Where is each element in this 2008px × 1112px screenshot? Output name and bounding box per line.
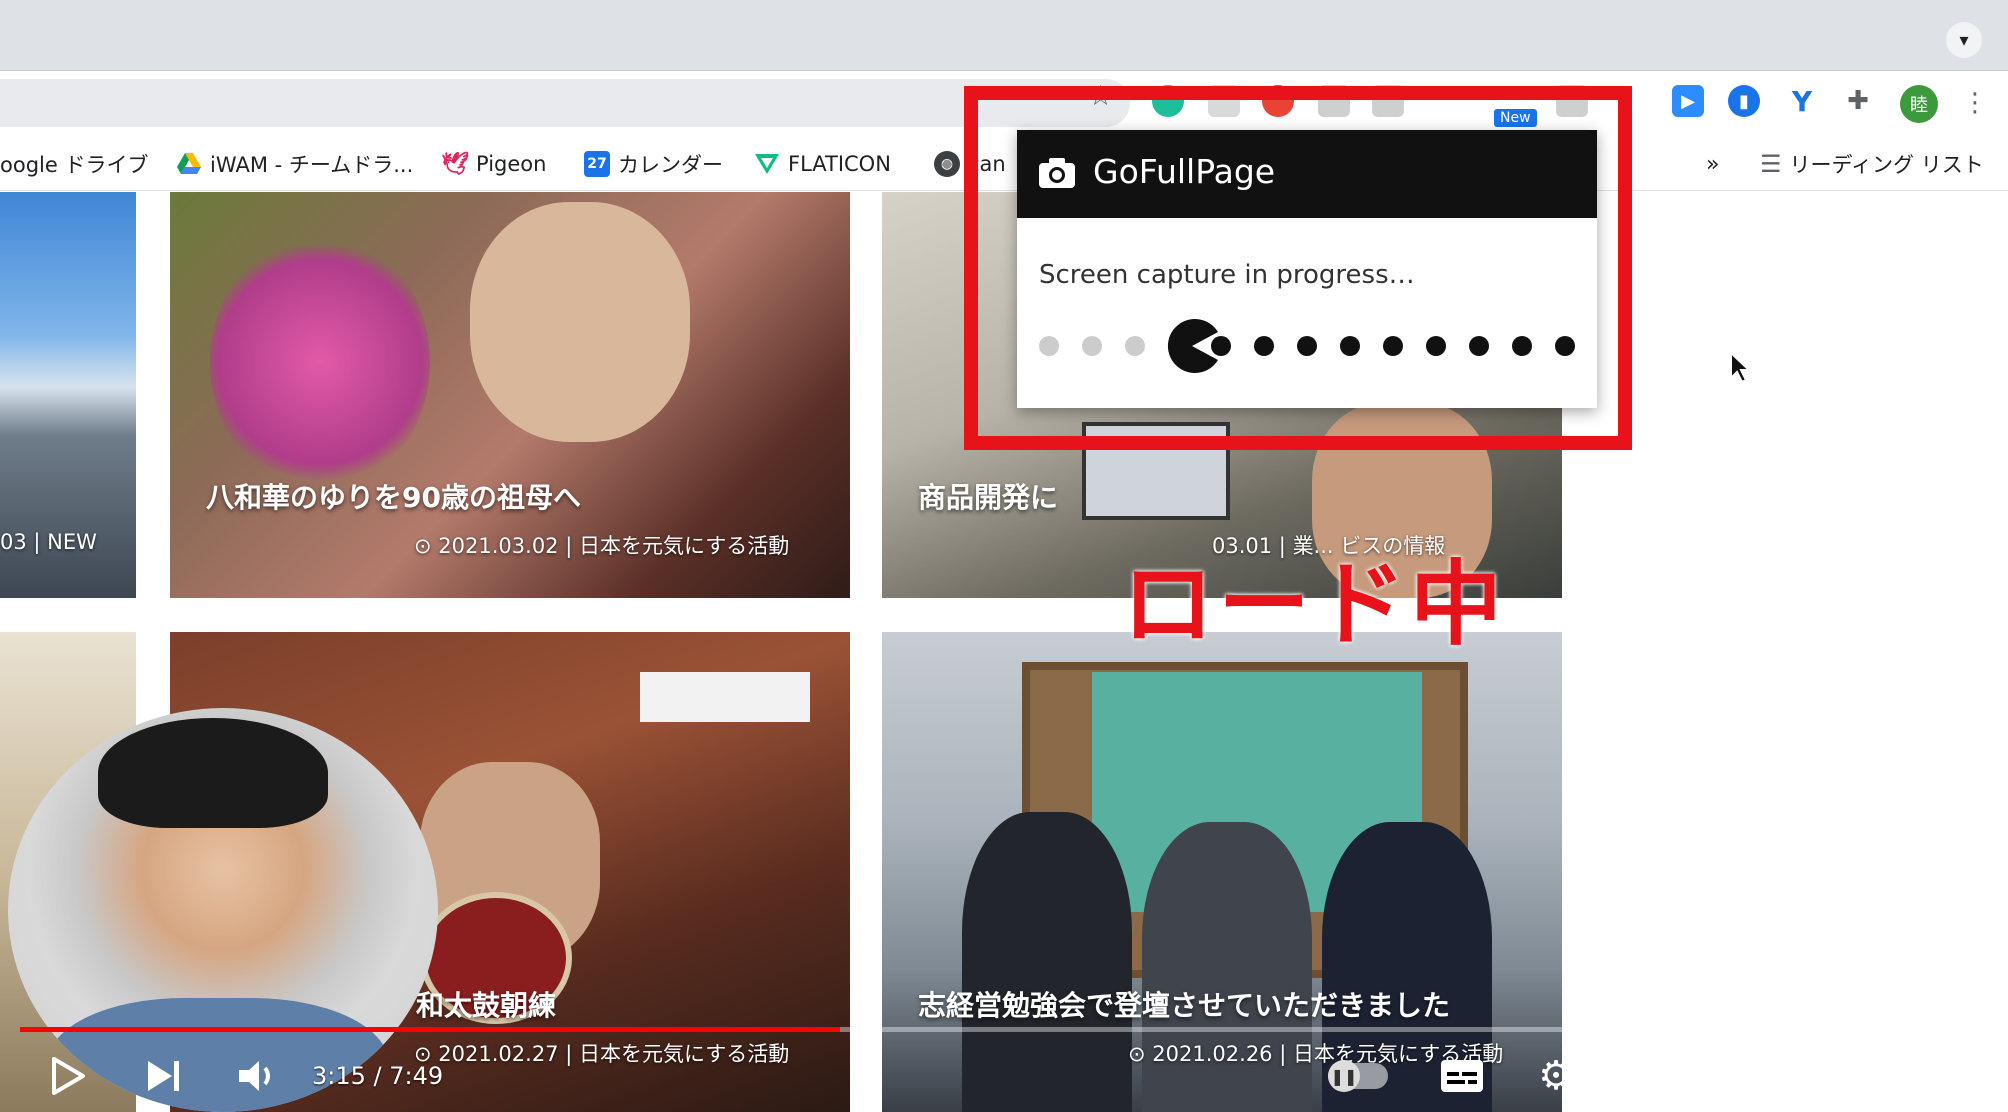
theater-mode-button[interactable] [1720, 1048, 1776, 1104]
tab-strip: ▾ [0, 0, 2008, 70]
mouse-cursor-icon [1730, 352, 1752, 384]
video-progress-bar[interactable] [20, 1027, 1988, 1032]
photo-person [470, 202, 690, 442]
profile-avatar[interactable]: 睦 [1900, 85, 1938, 123]
toggle-track: ❚❚ [1328, 1060, 1388, 1092]
pigeon-icon: 🕊 [441, 151, 469, 177]
play-icon [52, 1057, 85, 1095]
google-drive-icon [177, 153, 201, 174]
reading-list-button[interactable]: ☰ リーディング リスト [1760, 150, 1984, 178]
subtitles-button[interactable] [1434, 1048, 1490, 1104]
bookmark-item[interactable]: 27 カレンダー [584, 150, 723, 178]
y-extension-icon[interactable]: Y [1786, 85, 1818, 118]
gear-icon: ⚙ [1538, 1053, 1574, 1099]
fullscreen-icon [1920, 1056, 1960, 1096]
theater-icon [1723, 1060, 1773, 1092]
globe-icon: ◍ [934, 151, 960, 177]
loading-annotation: ロード中 [1122, 551, 1507, 658]
article-title[interactable]: 八和華のゆりを90歳の祖母へ [206, 476, 581, 516]
bookmark-item[interactable]: 🕊 Pigeon [441, 150, 546, 178]
article-card-partial[interactable]: 03 | NEW [0, 192, 136, 598]
next-button[interactable] [136, 1048, 192, 1104]
more-menu-icon[interactable]: ⋮ [1962, 83, 1988, 123]
article-card[interactable]: 八和華のゆりを90歳の祖母へ ⊙ 2021.03.02 | 日本を元気にする活動 [170, 192, 850, 598]
bookmark-extension-icon[interactable]: ▮ [1728, 85, 1760, 117]
settings-button[interactable]: ⚙ [1528, 1048, 1584, 1104]
skip-next-icon [148, 1061, 179, 1091]
bookmark-item[interactable]: oogle ドライブ [0, 150, 148, 178]
photo-hair [98, 718, 328, 828]
calendar-icon: 27 [584, 151, 610, 177]
bookmark-item[interactable]: FLATICON [754, 150, 891, 178]
article-title[interactable]: 志経営勉強会で登壇させていただきました [918, 984, 1450, 1024]
photo-aircon [640, 672, 810, 722]
photo-flowers [210, 232, 430, 492]
article-title[interactable]: 和太鼓朝練 [416, 984, 556, 1024]
bookmarks-overflow-button[interactable]: » [1706, 150, 1719, 178]
highlight-box [964, 86, 1632, 450]
video-progress-fill [20, 1027, 840, 1032]
puzzle-icon[interactable]: ✚ [1842, 85, 1874, 117]
zoom-icon[interactable]: ▶ [1672, 85, 1704, 117]
clock-icon: ⊙ [414, 534, 432, 558]
flaticon-icon [755, 154, 779, 174]
article-meta: ⊙ 2021.03.02 | 日本を元気にする活動 [414, 534, 790, 558]
cast-icon [1823, 1060, 1865, 1092]
volume-button[interactable] [228, 1048, 288, 1104]
address-bar[interactable] [0, 79, 1130, 127]
bookmark-item[interactable]: iWAM - チームドラ... [176, 150, 413, 178]
miniplayer-button[interactable] [1624, 1048, 1680, 1104]
reading-list-icon: ☰ [1760, 150, 1782, 178]
chevron-down-icon: ▾ [1959, 29, 1969, 51]
video-controls: 3:15 / 7:49 ❚❚ ⚙ [0, 1040, 2008, 1112]
tab-search-button[interactable]: ▾ [1946, 22, 1982, 58]
subtitles-icon [1441, 1060, 1483, 1092]
miniplayer-icon [1629, 1059, 1675, 1093]
autoplay-toggle[interactable]: ❚❚ [1326, 1048, 1390, 1104]
article-title[interactable]: 商品開発に [918, 476, 1058, 516]
volume-icon [239, 1061, 270, 1091]
play-button[interactable] [40, 1048, 96, 1104]
pause-icon: ❚❚ [1328, 1060, 1360, 1092]
cast-button[interactable] [1816, 1048, 1872, 1104]
video-time: 3:15 / 7:49 [312, 1062, 444, 1090]
fullscreen-button[interactable] [1912, 1048, 1968, 1104]
